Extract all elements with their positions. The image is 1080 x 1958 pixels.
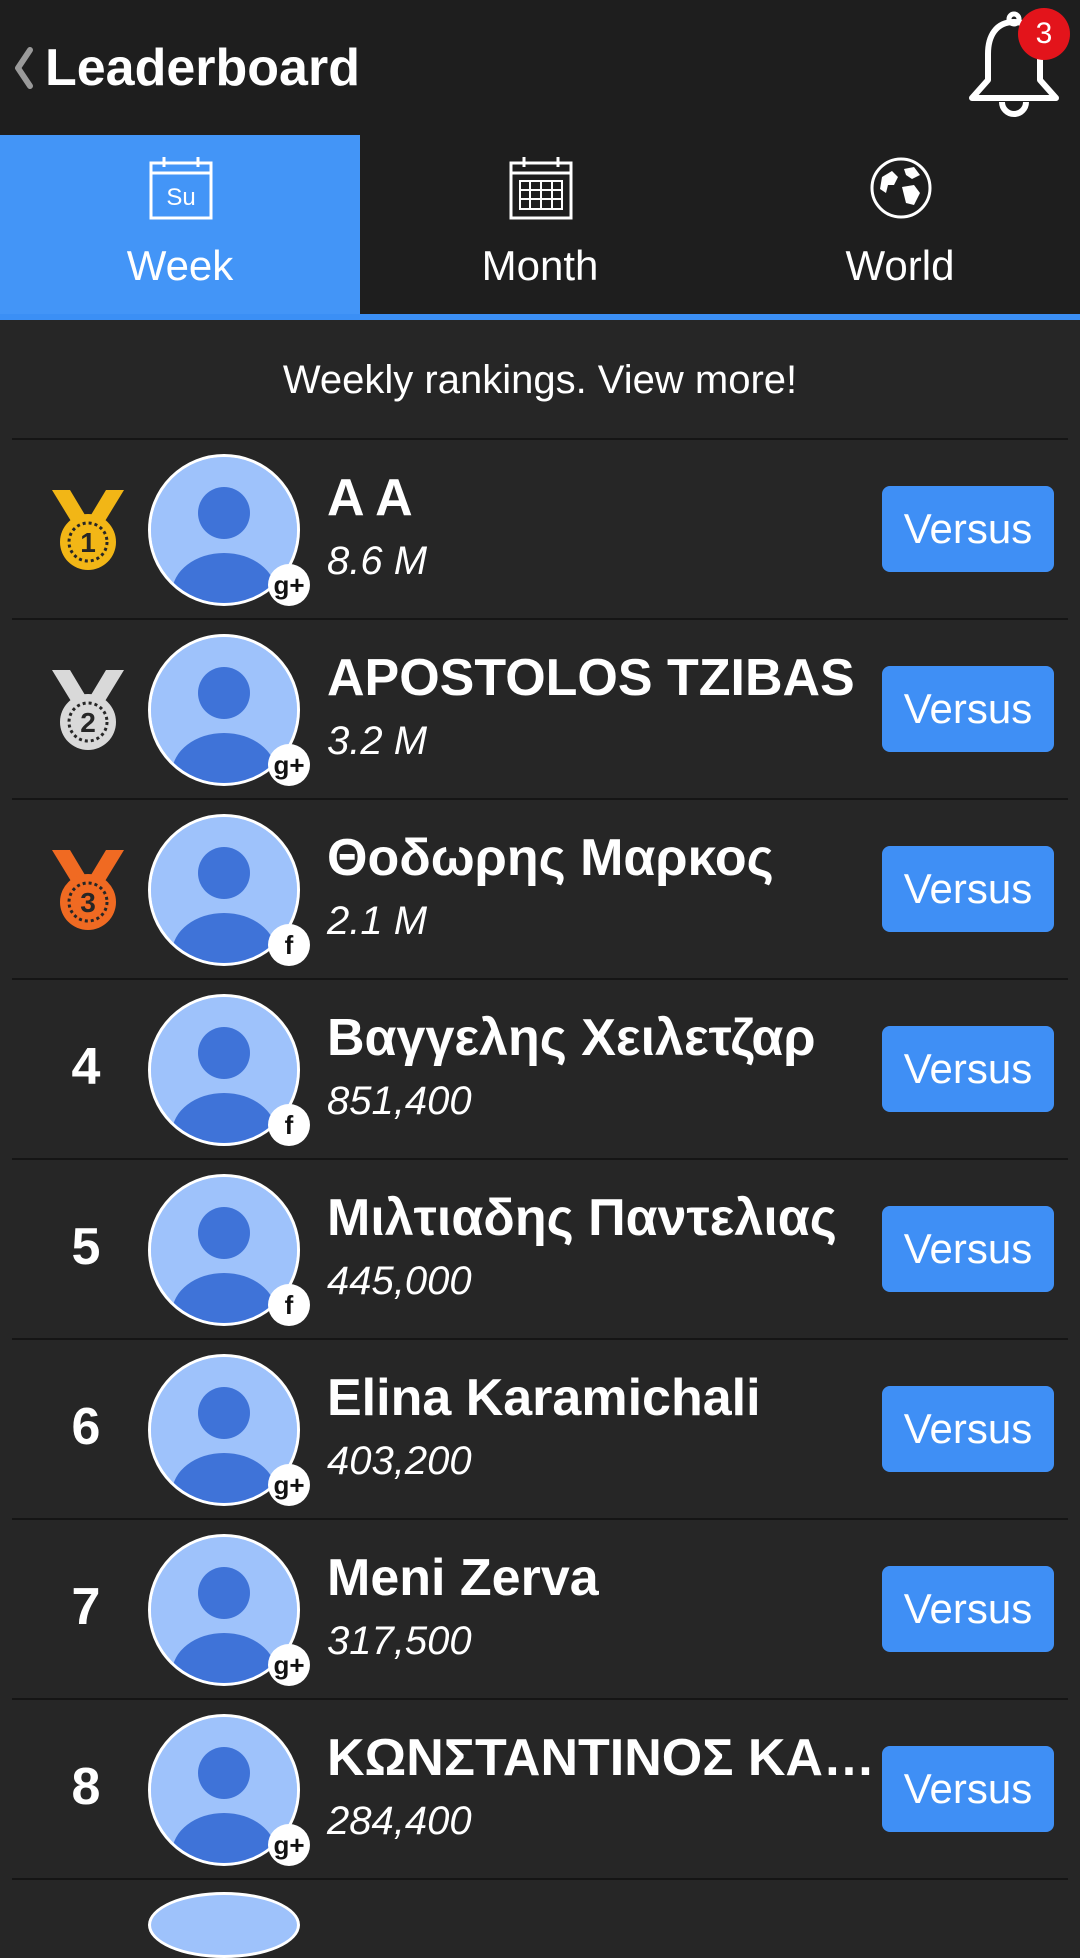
- google-plus-icon: g+: [268, 1824, 310, 1866]
- page-title: Leaderboard: [45, 39, 360, 97]
- google-plus-icon: g+: [268, 1644, 310, 1686]
- player-name: Meni Zerva: [327, 1549, 599, 1607]
- avatar[interactable]: f: [148, 994, 310, 1146]
- leaderboard-row[interactable]: 5 f Μιλτιαδης Παντελιας 445,000 Versus: [12, 1160, 1068, 1340]
- avatar[interactable]: g+: [148, 1354, 310, 1506]
- gold-medal-icon: 1: [52, 490, 124, 570]
- top-app-bar: Leaderboard 3: [0, 0, 1080, 135]
- player-name: APOSTOLOS TZIBAS: [327, 649, 855, 707]
- player-score: 445,000: [327, 1259, 472, 1303]
- avatar[interactable]: g+: [148, 454, 310, 606]
- facebook-icon: f: [268, 1104, 310, 1146]
- notification-count-badge: 3: [1018, 8, 1070, 60]
- player-score: 317,500: [327, 1619, 472, 1663]
- player-name: Θοδωρης Μαρκος: [327, 829, 774, 887]
- avatar[interactable]: g+: [148, 634, 310, 786]
- player-score: 8.6 M: [327, 539, 428, 583]
- player-score: 851,400: [327, 1079, 472, 1123]
- leaderboard-row[interactable]: 7 g+ Meni Zerva 317,500 Versus: [12, 1520, 1068, 1700]
- facebook-icon: f: [268, 924, 310, 966]
- tab-world[interactable]: World: [720, 135, 1080, 314]
- versus-button[interactable]: Versus: [882, 1746, 1054, 1832]
- avatar[interactable]: f: [148, 814, 310, 966]
- versus-button[interactable]: Versus: [882, 666, 1054, 752]
- silver-medal-icon: 2: [52, 670, 124, 750]
- tab-world-label: World: [845, 242, 955, 289]
- google-plus-icon: g+: [268, 744, 310, 786]
- period-tabs: Su Week Month World: [0, 135, 1080, 320]
- tab-month-label: Month: [481, 242, 599, 289]
- leaderboard-row[interactable]: 4 f Βαγγελης Χειλετζαρ 851,400 Versus: [12, 980, 1068, 1160]
- rank-number: 6: [71, 1398, 101, 1456]
- versus-button[interactable]: Versus: [882, 486, 1054, 572]
- versus-button[interactable]: Versus: [882, 1026, 1054, 1112]
- facebook-icon: f: [268, 1284, 310, 1326]
- calendar-day-icon: Su: [149, 157, 213, 220]
- leaderboard-row[interactable]: 6 g+ Elina Karamichali 403,200 Versus: [12, 1340, 1068, 1520]
- player-name: A A: [327, 469, 413, 527]
- bronze-medal-icon: 3: [52, 850, 124, 930]
- versus-button[interactable]: Versus: [882, 846, 1054, 932]
- avatar[interactable]: f: [148, 1174, 310, 1326]
- player-name: Βαγγελης Χειλετζαρ: [327, 1009, 816, 1067]
- player-score: 2.1 M: [327, 899, 428, 943]
- svg-text:3: 3: [80, 887, 96, 918]
- player-name: Μιλτιαδης Παντελιας: [327, 1189, 837, 1247]
- rank-number: 7: [71, 1578, 101, 1636]
- rankings-subtitle[interactable]: Weekly rankings. View more!: [0, 350, 1080, 410]
- leaderboard-row[interactable]: 2 g+ APOSTOLOS TZIBAS 3.2 M Versus: [12, 620, 1068, 800]
- versus-button[interactable]: Versus: [882, 1566, 1054, 1652]
- leaderboard-row[interactable]: 1 g+ A A 8.6 M Versus: [12, 440, 1068, 620]
- google-plus-icon: g+: [268, 564, 310, 606]
- globe-icon: [870, 157, 932, 219]
- tab-week[interactable]: Su Week: [0, 135, 360, 314]
- avatar: [148, 1892, 300, 1958]
- player-name: ΚΩΝΣΤΑΝΤΙΝΟΣ ΚΑΡΑ: [327, 1729, 887, 1787]
- google-plus-icon: g+: [268, 1464, 310, 1506]
- back-chevron-icon[interactable]: [10, 44, 36, 92]
- player-score: 403,200: [327, 1439, 472, 1483]
- versus-button[interactable]: Versus: [882, 1386, 1054, 1472]
- rank-number: 8: [71, 1758, 101, 1816]
- tab-week-label: Week: [126, 242, 234, 289]
- avatar[interactable]: g+: [148, 1534, 310, 1686]
- calendar-grid-icon: [509, 157, 573, 220]
- leaderboard-row[interactable]: 8 g+ ΚΩΝΣΤΑΝΤΙΝΟΣ ΚΑΡΑ 284,400 Versus: [12, 1700, 1068, 1880]
- svg-text:1: 1: [80, 527, 96, 558]
- rank-number: 4: [71, 1038, 101, 1096]
- player-name: Elina Karamichali: [327, 1369, 761, 1427]
- avatar[interactable]: g+: [148, 1714, 310, 1866]
- rank-number: 5: [71, 1218, 101, 1276]
- versus-button[interactable]: Versus: [882, 1206, 1054, 1292]
- tab-month[interactable]: Month: [360, 135, 720, 314]
- svg-text:Su: Su: [166, 184, 195, 211]
- player-score: 3.2 M: [327, 719, 428, 763]
- svg-text:2: 2: [80, 707, 96, 738]
- player-score: 284,400: [327, 1799, 472, 1843]
- leaderboard-row[interactable]: 3 f Θοδωρης Μαρκος 2.1 M Versus: [12, 800, 1068, 980]
